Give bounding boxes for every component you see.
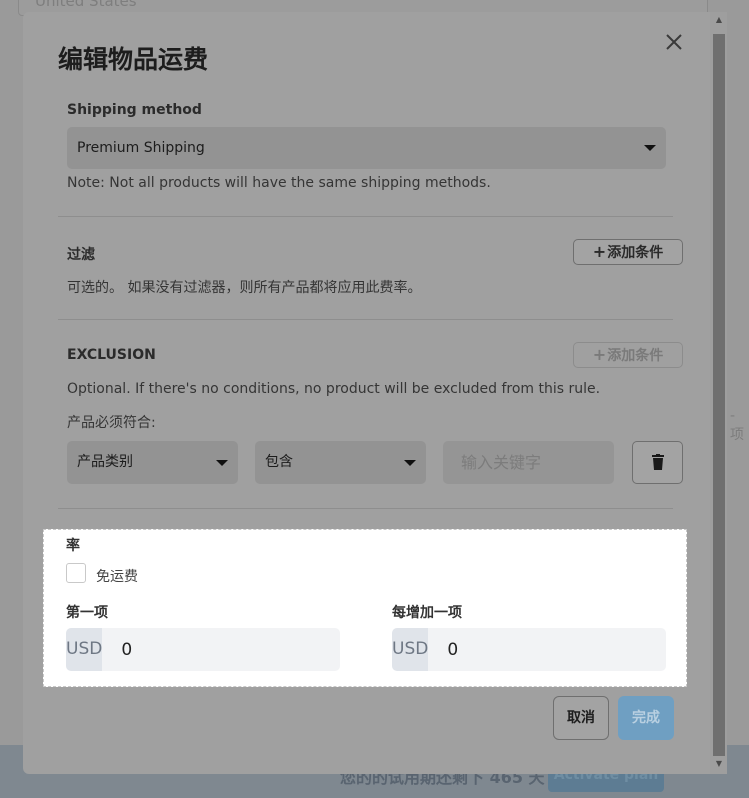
chevron-down-icon xyxy=(644,145,656,151)
close-icon xyxy=(666,34,682,50)
condition-field-select[interactable]: 产品类别 xyxy=(67,441,238,484)
exclusion-label: EXCLUSION xyxy=(67,347,156,363)
filter-note: 可选的。 如果没有过滤器，则所有产品都将应用此费率。 xyxy=(67,280,422,296)
delete-condition-button[interactable] xyxy=(632,441,683,484)
shipping-method-value: Premium Shipping xyxy=(77,140,205,156)
chevron-down-icon xyxy=(404,459,416,466)
first-item-label: 第一项 xyxy=(66,605,108,621)
keyword-input[interactable] xyxy=(443,441,614,484)
must-match-label: 产品必须符合: xyxy=(67,415,156,431)
shipping-method-note: Note: Not all products will have the sam… xyxy=(67,175,491,191)
modal-title: 编辑物品运费 xyxy=(58,45,209,74)
shipping-method-label: Shipping method xyxy=(67,102,202,118)
filter-add-condition-button[interactable]: +添加条件 xyxy=(573,239,683,265)
exclusion-add-condition-label: 添加条件 xyxy=(607,348,664,364)
plus-icon: + xyxy=(592,345,607,364)
filter-label: 过滤 xyxy=(67,247,95,263)
divider xyxy=(58,319,673,320)
divider xyxy=(58,216,673,217)
close-button[interactable] xyxy=(662,30,686,54)
done-button[interactable]: 完成 xyxy=(618,696,674,740)
chevron-down-icon xyxy=(216,459,228,466)
each-additional-label: 每增加一项 xyxy=(392,605,462,621)
trash-icon xyxy=(652,454,664,470)
free-shipping-label: 免运费 xyxy=(96,569,138,585)
exclusion-note: Optional. If there's no conditions, no p… xyxy=(67,381,601,397)
each-additional-amount-group: USD xyxy=(392,628,666,671)
rate-label: 率 xyxy=(66,538,80,554)
each-additional-amount-input[interactable] xyxy=(428,628,666,671)
scroll-up-icon[interactable]: ▲ xyxy=(713,14,725,26)
modal-scrollbar-thumb[interactable] xyxy=(713,34,725,756)
condition-field-value: 产品类别 xyxy=(77,454,133,470)
first-item-amount-group: USD xyxy=(66,628,340,671)
each-additional-currency: USD xyxy=(392,628,429,671)
first-item-amount-input[interactable] xyxy=(102,628,340,671)
exclusion-add-condition-button[interactable]: +添加条件 xyxy=(573,342,683,368)
divider xyxy=(58,508,673,509)
condition-operator-select[interactable]: 包含 xyxy=(255,441,426,484)
condition-operator-value: 包含 xyxy=(265,454,293,470)
scroll-down-icon[interactable]: ▼ xyxy=(713,758,725,770)
filter-add-condition-label: 添加条件 xyxy=(607,245,664,261)
first-item-currency: USD xyxy=(66,628,103,671)
cancel-button[interactable]: 取消 xyxy=(553,696,609,740)
plus-icon: + xyxy=(592,242,607,261)
free-shipping-checkbox[interactable] xyxy=(66,563,86,583)
shipping-method-select[interactable]: Premium Shipping xyxy=(67,127,666,169)
background-side-text: -项 xyxy=(730,408,744,443)
